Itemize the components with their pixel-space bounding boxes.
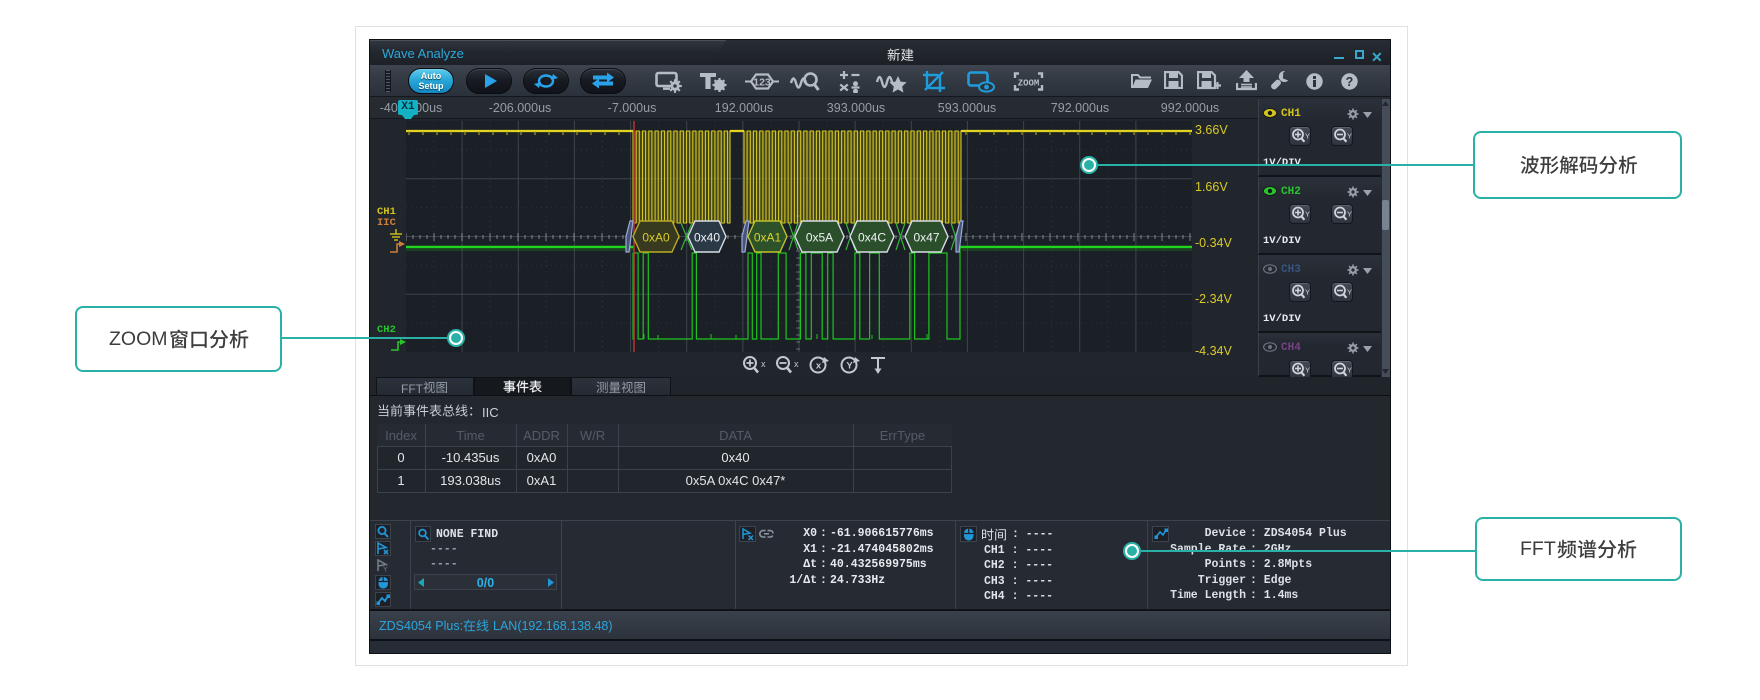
svg-text:0x47: 0x47 xyxy=(913,231,939,245)
svg-text:0x4C: 0x4C xyxy=(858,231,886,245)
svg-text:Y: Y xyxy=(1305,210,1310,219)
svg-text:x: x xyxy=(761,359,766,369)
svg-text:0xA1: 0xA1 xyxy=(754,231,782,245)
svg-text:Y: Y xyxy=(1347,288,1352,297)
svg-text:Y: Y xyxy=(1347,210,1352,219)
svg-text:123: 123 xyxy=(753,77,771,89)
svg-text:?: ? xyxy=(1346,75,1354,89)
svg-text:0xA0: 0xA0 xyxy=(642,231,670,245)
svg-text:Y: Y xyxy=(1347,366,1352,375)
svg-text:Y: Y xyxy=(1305,366,1310,375)
svg-text:Y: Y xyxy=(383,567,388,573)
svg-text:x: x xyxy=(816,361,822,372)
svg-text:0x5A: 0x5A xyxy=(806,231,833,245)
svg-text:Y: Y xyxy=(1305,288,1310,297)
svg-text:ZOOM: ZOOM xyxy=(1018,79,1040,89)
svg-text:x: x xyxy=(794,359,799,369)
svg-text:Y: Y xyxy=(1347,132,1352,141)
svg-text:Y: Y xyxy=(846,361,853,372)
svg-text:Y: Y xyxy=(1305,132,1310,141)
svg-text:0x40: 0x40 xyxy=(694,231,720,245)
